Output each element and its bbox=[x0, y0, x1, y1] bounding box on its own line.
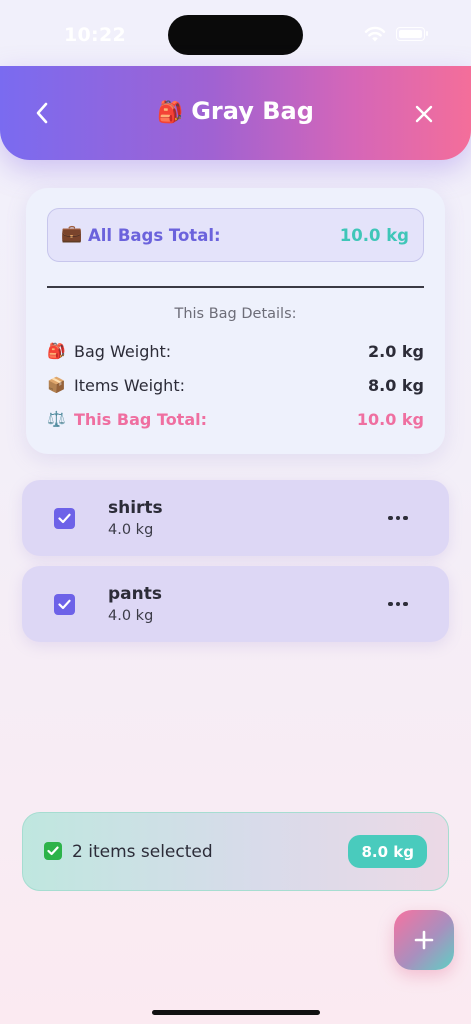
selected-count: 2 items selected bbox=[72, 842, 213, 862]
close-button[interactable] bbox=[408, 98, 440, 130]
items-weight-row: 📦 Items Weight: 8.0 kg bbox=[47, 375, 424, 397]
item-weight: 4.0 kg bbox=[108, 608, 154, 624]
bag-total-label: This Bag Total: bbox=[74, 410, 208, 429]
bag-weight-label: Bag Weight: bbox=[74, 342, 172, 361]
check-icon bbox=[58, 599, 71, 610]
summary-card: 💼 All Bags Total: 10.0 kg This Bag Detai… bbox=[26, 188, 445, 454]
selected-weight-badge: 8.0 kg bbox=[348, 835, 427, 868]
items-weight-value: 8.0 kg bbox=[367, 376, 424, 395]
backpack-icon: 🎒 bbox=[157, 100, 184, 124]
all-bags-total: 💼 All Bags Total: 10.0 kg bbox=[47, 208, 424, 262]
selection-summary-bar: 2 items selected 8.0 kg bbox=[22, 812, 449, 891]
item-name: pants bbox=[108, 584, 162, 604]
wifi-icon bbox=[364, 26, 386, 42]
all-bags-total-value: 10.0 kg bbox=[339, 226, 409, 245]
check-icon bbox=[58, 513, 71, 524]
plus-icon bbox=[414, 930, 434, 950]
all-bags-total-label: All Bags Total: bbox=[88, 226, 221, 245]
add-item-button[interactable] bbox=[394, 910, 454, 970]
items-weight-label: Items Weight: bbox=[74, 376, 185, 395]
package-icon: 📦 bbox=[47, 376, 66, 394]
details-heading: This Bag Details: bbox=[174, 306, 297, 322]
battery-icon bbox=[396, 27, 428, 41]
item-weight: 4.0 kg bbox=[108, 522, 154, 538]
home-indicator bbox=[152, 1010, 320, 1015]
divider bbox=[47, 286, 424, 288]
check-square-icon bbox=[44, 842, 62, 860]
bag-total-value: 10.0 kg bbox=[356, 410, 424, 429]
close-icon bbox=[415, 105, 433, 123]
backpack-icon: 🎒 bbox=[47, 342, 66, 360]
status-time: 10:22 bbox=[64, 24, 126, 46]
dynamic-island bbox=[168, 15, 303, 55]
bag-weight-value: 2.0 kg bbox=[367, 342, 424, 361]
item-checkbox[interactable] bbox=[54, 508, 75, 529]
bag-total-row: ⚖️ This Bag Total: 10.0 kg bbox=[47, 409, 424, 431]
page-title: 🎒 Gray Bag bbox=[0, 97, 471, 125]
bag-weight-row: 🎒 Bag Weight: 2.0 kg bbox=[47, 341, 424, 363]
more-horizontal-icon[interactable] bbox=[382, 504, 414, 532]
header: 🎒 Gray Bag bbox=[0, 66, 471, 160]
scale-icon: ⚖️ bbox=[47, 410, 66, 428]
briefcase-icon: 💼 bbox=[61, 224, 83, 244]
list-item[interactable]: shirts 4.0 kg bbox=[22, 480, 449, 556]
item-name: shirts bbox=[108, 498, 163, 518]
status-bar: 10:22 bbox=[0, 0, 471, 66]
page-title-text: Gray Bag bbox=[191, 97, 314, 125]
item-checkbox[interactable] bbox=[54, 594, 75, 615]
more-horizontal-icon[interactable] bbox=[382, 590, 414, 618]
list-item[interactable]: pants 4.0 kg bbox=[22, 566, 449, 642]
